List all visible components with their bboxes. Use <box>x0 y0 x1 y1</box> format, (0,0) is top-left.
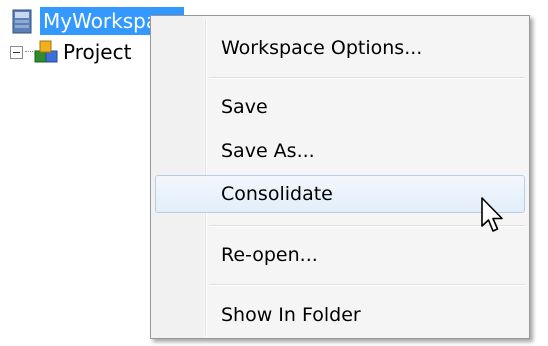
menu-separator <box>209 77 525 79</box>
menu-item-show-in-folder[interactable]: Show In Folder <box>155 296 525 334</box>
mouse-pointer-icon <box>481 197 503 232</box>
tree-item-project[interactable]: Project <box>10 38 131 66</box>
collapse-minus-icon[interactable] <box>10 45 23 59</box>
menu-item-reopen[interactable]: Re-open... <box>155 236 525 274</box>
project-label[interactable]: Project <box>63 39 131 65</box>
workspace-server-icon <box>12 9 32 34</box>
context-menu: Workspace Options... Save Save As... Con… <box>150 15 530 339</box>
menu-separator <box>209 225 525 227</box>
menu-separator <box>209 284 525 286</box>
project-cubes-icon <box>34 40 58 63</box>
tree-connector <box>25 51 33 53</box>
menu-item-save[interactable]: Save <box>155 88 525 126</box>
menu-item-consolidate[interactable]: Consolidate <box>155 175 525 213</box>
menu-item-save-as[interactable]: Save As... <box>155 132 525 170</box>
menu-item-workspace-options[interactable]: Workspace Options... <box>155 29 525 67</box>
